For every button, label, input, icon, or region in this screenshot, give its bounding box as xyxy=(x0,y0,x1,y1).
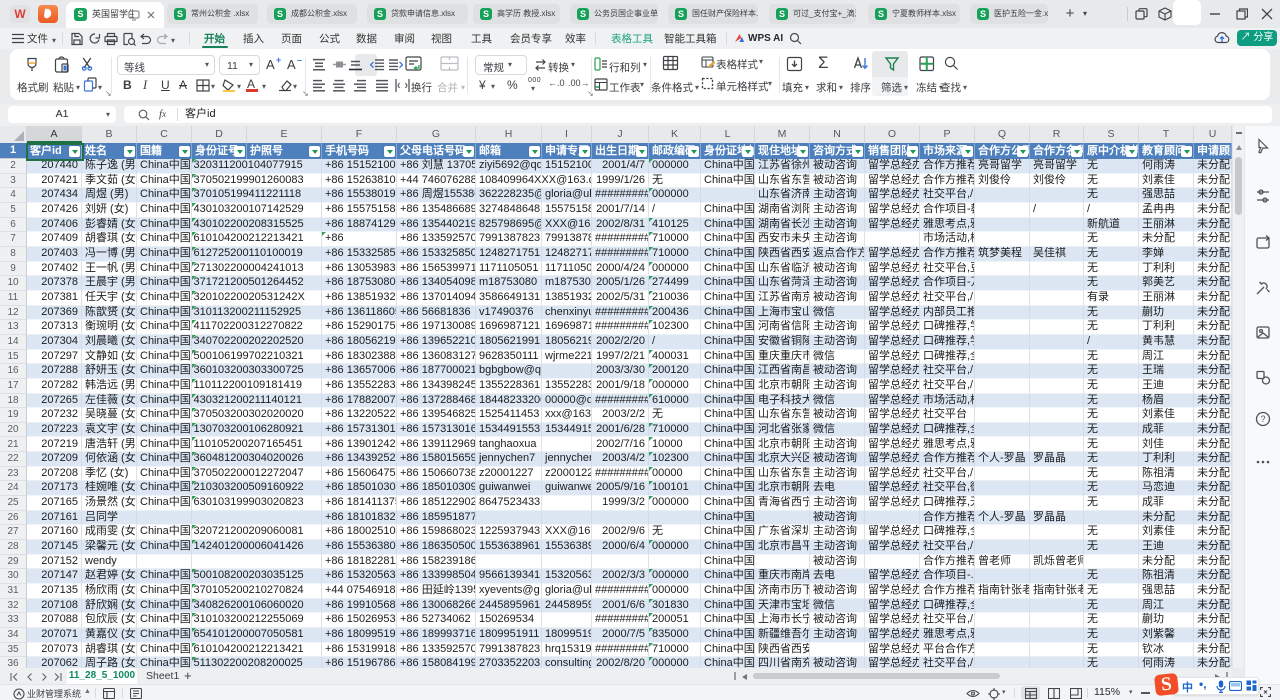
svg-text:?: ? xyxy=(1260,414,1265,424)
